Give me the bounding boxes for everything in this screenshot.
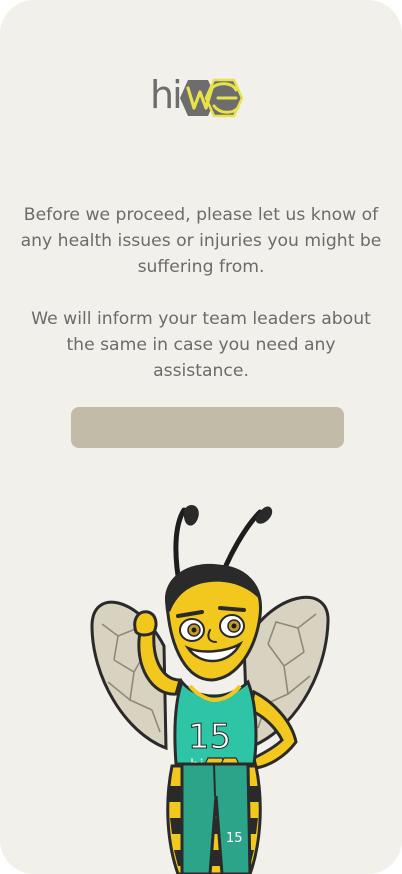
logo-text: hi [150, 73, 183, 117]
health-disclaimer-message: Before we proceed, please let us know of… [20, 202, 382, 384]
shorts-number: 15 [226, 831, 243, 846]
jersey-number: 15 [188, 717, 231, 757]
app-logo: hi [150, 74, 250, 120]
message-paragraph-1: Before we proceed, please let us know of… [20, 205, 382, 277]
logo-hexagon-mark-icon [180, 78, 244, 118]
message-paragraph-2: We will inform your team leaders about t… [31, 309, 371, 381]
bee-mascot-illustration: 15 hi 15 [90, 504, 330, 874]
continue-button[interactable] [71, 407, 344, 448]
screen: hi Before we proceed, please let us know… [0, 0, 402, 874]
